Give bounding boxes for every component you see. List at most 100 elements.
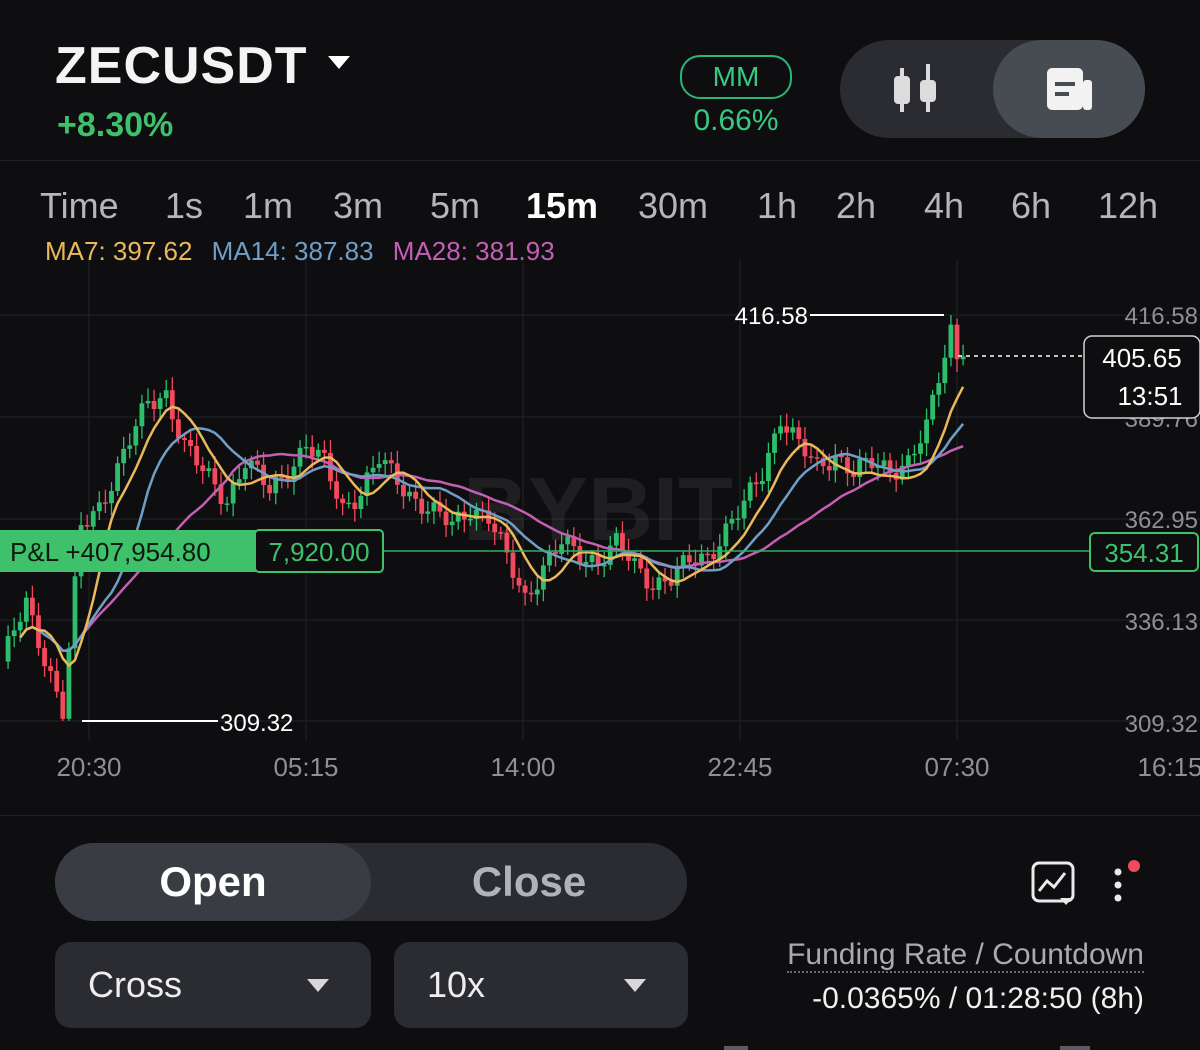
candle-body	[431, 502, 437, 512]
candlestick-icon	[894, 64, 936, 112]
candle-body	[388, 460, 394, 464]
candle-body	[309, 446, 315, 457]
pnl-tag[interactable]: P&L +407,954.80 7,920.00	[0, 529, 384, 573]
candle-body	[632, 558, 638, 561]
candle-body	[407, 491, 412, 497]
margin-mode-select[interactable]: Cross	[55, 942, 371, 1028]
candle-body	[376, 464, 382, 468]
candle-body	[340, 498, 346, 504]
candle-body	[315, 449, 321, 457]
candle-body	[370, 467, 376, 473]
candle-body	[42, 647, 47, 667]
candle-body	[881, 460, 887, 467]
timeframe-4h[interactable]: 4h	[924, 185, 964, 227]
candle-body	[401, 484, 406, 497]
candle-body	[157, 398, 163, 409]
x-tick-label: 16:15	[1137, 752, 1200, 782]
candle-body	[534, 589, 540, 595]
symbol-title[interactable]: ZECUSDT	[55, 36, 308, 96]
clipped-content	[724, 1046, 1090, 1050]
candle-body	[188, 440, 193, 446]
candle-body	[413, 491, 419, 499]
candle-body	[559, 544, 565, 554]
y-tick-label: 336.13	[1125, 609, 1198, 636]
mm-badge[interactable]: MM	[680, 55, 792, 99]
timeframe-1h[interactable]: 1h	[757, 185, 797, 227]
tab-open[interactable]: Open	[55, 843, 371, 921]
candle-body	[358, 495, 364, 510]
leverage-select[interactable]: 10x	[394, 942, 688, 1028]
candle-body	[346, 502, 352, 505]
candle-body	[498, 532, 504, 534]
candle-body	[60, 691, 66, 719]
candle-body	[109, 491, 114, 504]
candle-body	[826, 466, 832, 471]
candle-body	[778, 426, 783, 434]
candle-body	[936, 383, 942, 395]
notification-dot	[1128, 860, 1140, 872]
candle-body	[382, 460, 388, 465]
timeframe-6h[interactable]: 6h	[1011, 185, 1051, 227]
candle-body	[48, 666, 54, 671]
candle-body	[492, 523, 498, 533]
low-marker-label: 309.32	[220, 710, 293, 737]
chevron-down-icon	[307, 979, 329, 992]
timeframe-12h[interactable]: 12h	[1098, 185, 1158, 227]
candle-body	[230, 483, 236, 504]
candle-body	[912, 453, 917, 456]
candle-body	[236, 479, 242, 484]
current-price-tag[interactable]: 405.65 13:51	[1083, 335, 1200, 419]
candle-body	[66, 648, 72, 719]
funding-rate-label[interactable]: Funding Rate / Countdown	[700, 938, 1144, 973]
candle-body	[84, 525, 90, 527]
timeframe-15m[interactable]: 15m	[526, 185, 598, 227]
more-options-icon[interactable]	[1108, 860, 1148, 910]
candle-body	[54, 670, 60, 692]
candle-body	[334, 481, 339, 499]
candlestick-view-button[interactable]	[840, 40, 992, 138]
timeframe-1m[interactable]: 1m	[243, 185, 293, 227]
timeframe-5m[interactable]: 5m	[430, 185, 480, 227]
document-view-button[interactable]	[993, 40, 1145, 138]
timeframe-2h[interactable]: 2h	[836, 185, 876, 227]
price-chart[interactable]: BYBIT 416.58 389.76 362.95 336.13 309.32…	[0, 260, 1200, 805]
candle-body	[5, 636, 11, 662]
pnl-value: P&L +407,954.80	[10, 537, 211, 567]
symbol-dropdown-icon[interactable]	[328, 56, 350, 69]
candle-body	[90, 511, 96, 527]
candle-body	[200, 465, 206, 472]
tab-close[interactable]: Close	[371, 843, 687, 921]
candle-body	[924, 419, 929, 444]
x-tick-label: 07:30	[924, 752, 989, 782]
timeframe-1s[interactable]: 1s	[165, 185, 203, 227]
chart-settings-icon[interactable]	[1030, 860, 1076, 906]
candle-body	[267, 485, 273, 494]
candle-body	[796, 427, 802, 440]
candle-body	[613, 533, 619, 546]
leverage-value: 10x	[427, 964, 486, 1005]
candle-body	[705, 553, 711, 556]
margin-mode-value: Cross	[88, 964, 183, 1005]
timeframe-3m[interactable]: 3m	[333, 185, 383, 227]
candle-body	[942, 357, 948, 384]
candle-body	[133, 426, 139, 446]
candle-body	[522, 585, 528, 593]
timeframe-30m[interactable]: 30m	[638, 185, 708, 227]
candle-body	[194, 445, 200, 466]
candle-body	[297, 447, 303, 467]
candle-body	[206, 468, 212, 472]
candle-body	[686, 555, 692, 563]
candle-body	[23, 597, 29, 622]
candle-body	[151, 400, 157, 409]
candle-body	[115, 463, 120, 492]
candle-body	[766, 452, 771, 482]
candle-body	[930, 394, 936, 420]
candle-body	[741, 500, 747, 519]
price-change-percent: +8.30%	[57, 106, 174, 144]
candle-body	[918, 443, 923, 454]
candle-body	[510, 552, 516, 578]
candle-body	[638, 558, 644, 569]
candle-body	[808, 456, 814, 458]
current-price-value: 405.65	[1102, 343, 1182, 373]
timeframe-time[interactable]: Time	[40, 185, 119, 227]
